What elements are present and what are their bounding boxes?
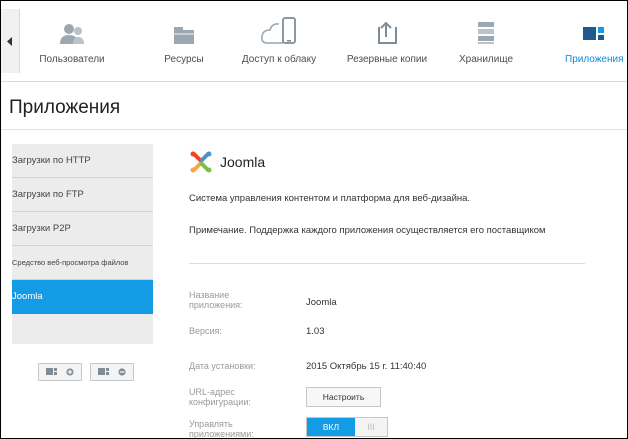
nav-scroll-left-button[interactable]	[1, 9, 20, 73]
app-support-note: Примечание. Поддержка каждого приложения…	[189, 225, 546, 236]
app-window: Пользователи Ресурсы Доступ к облаку Рез…	[0, 0, 628, 439]
sidebar-actions	[38, 363, 134, 381]
nav-item-label: Приложения	[565, 54, 624, 65]
apps-icon	[561, 11, 627, 45]
nav-item-users[interactable]: Пользователи	[37, 11, 107, 73]
sidebar-item-label: Загрузки по HTTP	[12, 155, 91, 166]
app-description: Система управления контентом и платформа…	[189, 193, 471, 204]
divider	[1, 129, 627, 130]
divider	[189, 263, 585, 264]
toggle-grip-icon: III	[367, 422, 375, 432]
install-date-label: Дата установки:	[189, 361, 256, 371]
remove-app-button[interactable]	[90, 363, 134, 381]
storage-icon	[455, 11, 517, 45]
sidebar-item-label: Загрузки по FTP	[12, 189, 84, 200]
sidebar-item-label: Joomla	[12, 291, 43, 302]
folder-icon	[157, 11, 211, 45]
add-app-button[interactable]	[38, 363, 82, 381]
backup-icon	[345, 11, 429, 45]
sidebar-item-p2p-downloads[interactable]: Загрузки P2P	[12, 212, 153, 246]
nav-item-backups[interactable]: Резервные копии	[345, 11, 429, 73]
nav-item-label: Резервные копии	[346, 54, 428, 65]
version-value: 1.03	[306, 326, 325, 337]
config-url-label: URL-адрес конфигурации:	[189, 387, 251, 407]
app-header: Joomla	[190, 151, 265, 173]
sidebar-item-ftp-downloads[interactable]: Загрузки по FTP	[12, 178, 153, 212]
version-label: Версия:	[189, 326, 222, 336]
chevron-left-icon	[7, 36, 12, 46]
joomla-logo-icon	[190, 151, 212, 173]
sidebar-item-http-downloads[interactable]: Загрузки по HTTP	[12, 144, 153, 178]
manage-apps-toggle[interactable]: ВКЛ III	[306, 417, 388, 437]
sidebar-item-web-file-viewer[interactable]: Средство веб-просмотра файлов	[12, 246, 153, 280]
install-date-value: 2015 Октябрь 15 г. 11:40:40	[306, 361, 427, 372]
apps-icon	[98, 368, 109, 375]
nav-item-cloud-access[interactable]: Доступ к облаку	[239, 11, 319, 73]
app-name-label: Название приложения:	[189, 290, 243, 310]
app-name: Joomla	[220, 154, 266, 170]
sidebar-item-joomla[interactable]: Joomla	[12, 280, 153, 314]
nav-item-label: Доступ к облаку	[241, 54, 317, 65]
sidebar-item-label: Средство веб-просмотра файлов	[12, 258, 129, 267]
nav-item-label: Ресурсы	[164, 54, 204, 65]
top-navigation: Пользователи Ресурсы Доступ к облаку Рез…	[1, 1, 627, 82]
nav-item-apps[interactable]: Приложения	[561, 11, 627, 73]
nav-item-shares[interactable]: Ресурсы	[157, 11, 211, 73]
app-name-value: Joomla	[306, 297, 337, 308]
users-icon	[37, 11, 107, 45]
toggle-on-label: ВКЛ	[307, 418, 355, 436]
nav-item-label: Хранилище	[459, 54, 513, 65]
sidebar-item-label: Загрузки P2P	[12, 223, 71, 234]
apps-icon	[46, 368, 57, 375]
plus-circle-icon	[66, 368, 74, 376]
configure-button[interactable]: Настроить	[306, 387, 381, 407]
apps-sidebar: Загрузки по HTTP Загрузки по FTP Загрузк…	[12, 144, 153, 344]
manage-apps-label: Управлять приложениями:	[189, 419, 254, 439]
minus-circle-icon	[118, 368, 126, 376]
cloud-device-icon	[239, 11, 319, 45]
page-title: Приложения	[9, 97, 121, 118]
nav-item-label: Пользователи	[39, 54, 105, 65]
nav-item-storage[interactable]: Хранилище	[455, 11, 517, 73]
